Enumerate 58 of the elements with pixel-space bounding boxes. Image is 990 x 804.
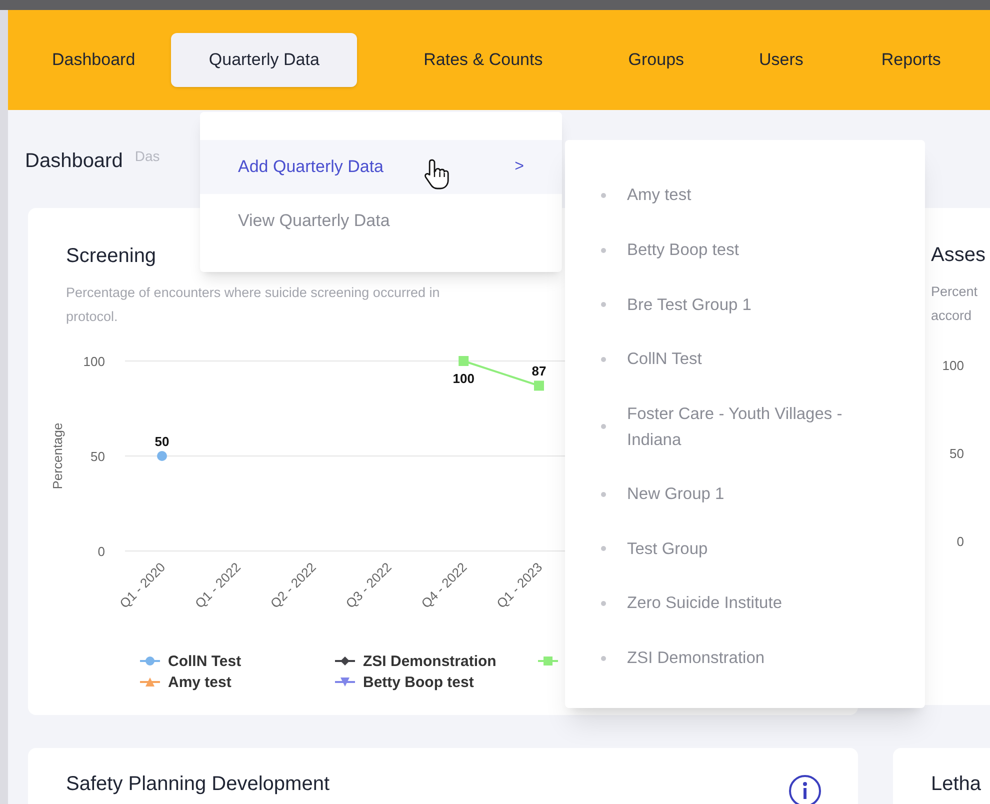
info-icon[interactable] — [788, 774, 822, 804]
submenu-item[interactable]: Zero Suicide Institute — [627, 590, 782, 616]
legend-marker-icon — [335, 678, 355, 686]
submenu-item[interactable]: Bre Test Group 1 — [627, 292, 752, 318]
nav-tab[interactable]: Users — [711, 33, 852, 87]
axis-tick-label: 100 — [942, 358, 964, 374]
data-point — [458, 356, 469, 366]
bullet-icon — [601, 356, 606, 362]
legend-marker-icon — [538, 656, 558, 666]
axis-title: Percentage — [50, 422, 65, 490]
legend-label[interactable]: ZSI Demonstration — [363, 653, 496, 670]
bullet-icon — [601, 192, 606, 198]
axis-tick-label: 0 — [956, 534, 964, 550]
data-label: 50 — [154, 434, 170, 449]
card-description: Percentage of encounters where suicide screening occurred in protocol. — [66, 284, 440, 326]
legend-label[interactable]: Amy test — [168, 674, 232, 691]
nav-tab[interactable]: Reports — [851, 33, 972, 87]
data-label: 87 — [532, 364, 546, 379]
legend-label[interactable]: CollN Test — [168, 653, 242, 670]
menu-item[interactable]: View Quarterly Data — [200, 194, 562, 248]
card-description: Percent accord — [931, 283, 978, 325]
bullet-icon — [601, 546, 606, 552]
chevron-icon: > — [514, 155, 524, 179]
bullet-icon — [601, 656, 606, 661]
data-point — [534, 380, 544, 391]
submenu-item[interactable]: ZSI Demonstration — [627, 645, 765, 672]
nav-tab[interactable]: Quarterly Data — [171, 33, 358, 87]
nav-tab[interactable]: Groups — [601, 33, 712, 87]
axis-tick-label: 100 — [83, 354, 105, 369]
card-title: Asses — [931, 243, 986, 268]
data-label: 100 — [452, 371, 474, 386]
axis-tick-label: 0 — [98, 544, 105, 559]
hand-cursor-icon — [424, 158, 450, 190]
legend-label[interactable]: Betty Boop test — [363, 674, 474, 691]
legend-marker-icon — [140, 678, 160, 686]
menu-item[interactable]: Add Quarterly Data > — [200, 140, 562, 194]
nav-tab[interactable]: Rates & Counts — [365, 33, 602, 87]
legend-marker-icon — [335, 656, 355, 666]
page-title: Dashboard — [25, 149, 123, 174]
bullet-icon — [601, 302, 606, 308]
card-title: Safety Planning Development — [66, 772, 330, 796]
nav-tab[interactable]: Dashboard — [30, 33, 158, 87]
axis-tick-label: 50 — [90, 449, 105, 464]
data-point — [157, 451, 167, 461]
submenu-item[interactable]: Amy test — [627, 182, 692, 208]
bullet-icon — [601, 492, 606, 497]
submenu-item[interactable]: Betty Boop test — [627, 237, 739, 264]
card-title: Screening — [66, 244, 156, 269]
card-title: Letha — [931, 772, 982, 796]
bullet-icon — [601, 600, 606, 606]
submenu-item[interactable]: Test Group — [627, 536, 708, 562]
axis-tick-label: 50 — [950, 446, 964, 462]
bullet-icon — [601, 248, 606, 253]
bullet-icon — [601, 424, 606, 430]
legend-marker-icon — [140, 656, 160, 666]
submenu-item[interactable]: New Group 1 — [627, 481, 724, 508]
submenu-item[interactable]: Foster Care - Youth Villages - Indiana — [627, 400, 842, 453]
submenu-item[interactable]: CollN Test — [627, 346, 702, 372]
